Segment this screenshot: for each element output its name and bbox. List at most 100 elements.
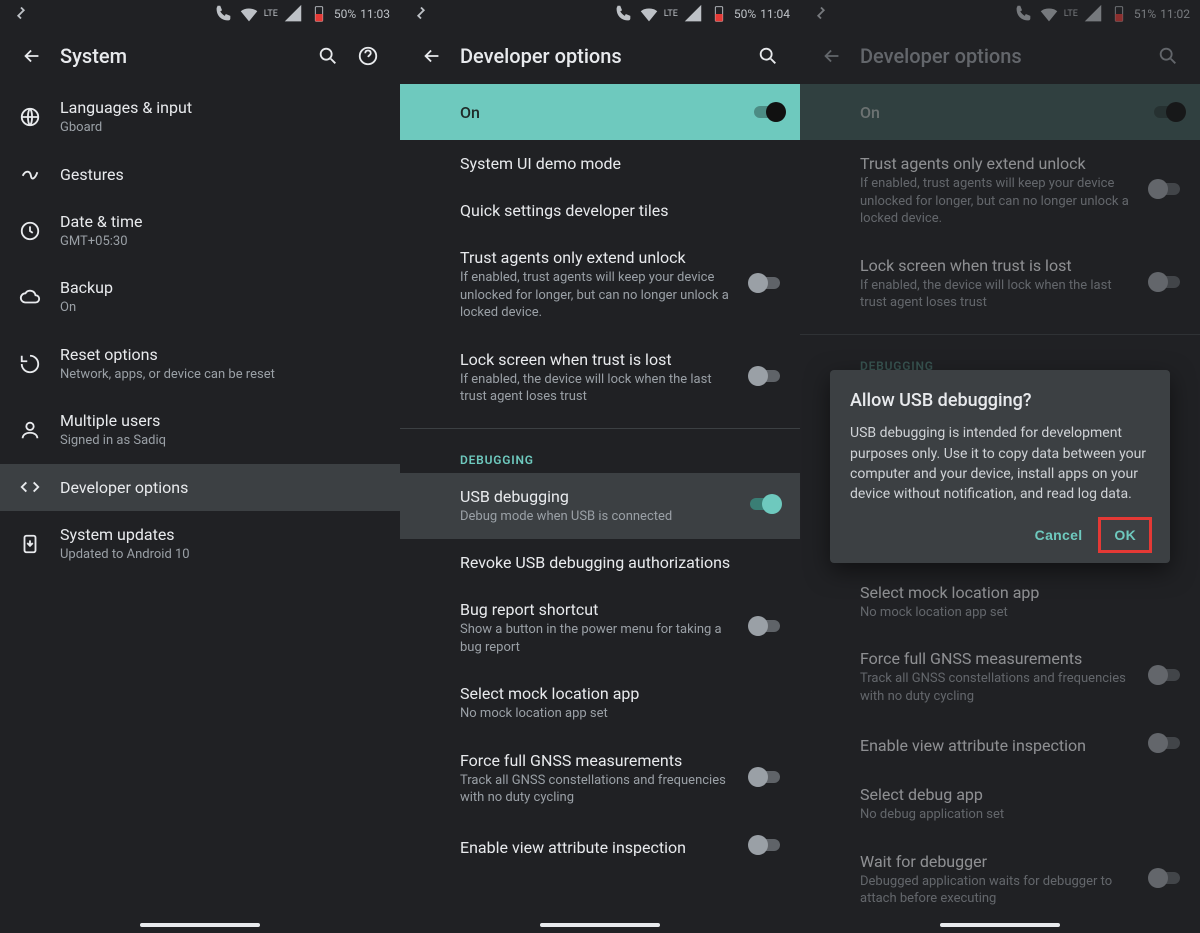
battery-pct: 50% (334, 7, 356, 21)
network-label: LTE (264, 9, 278, 19)
quick-tiles[interactable]: Quick settings developer tiles (400, 187, 800, 234)
battery-pct: 50% (734, 7, 756, 21)
mock-location[interactable]: Select mock location app No mock location… (400, 670, 800, 737)
battery-icon (308, 3, 330, 25)
sys-ui-demo[interactable]: System UI demo mode (400, 140, 800, 187)
network-label: LTE (664, 9, 678, 19)
row-sub: No mock location app set (460, 705, 782, 723)
row-sub: Track all GNSS constellations and freque… (460, 772, 736, 807)
clock: 11:03 (360, 7, 390, 21)
setting-developer-options[interactable]: Developer options (0, 464, 400, 511)
divider (400, 428, 800, 429)
dialog-backdrop[interactable]: Allow USB debugging? USB debugging is in… (800, 0, 1200, 933)
row-title: Backup (60, 278, 382, 297)
toggle-switch-icon[interactable] (748, 273, 782, 293)
setting-gestures[interactable]: Gestures (0, 151, 400, 198)
nav-handle[interactable] (540, 923, 660, 927)
row-title: Force full GNSS measurements (460, 751, 736, 770)
code-icon (14, 471, 46, 503)
page-title: System (60, 44, 308, 68)
row-sub: Gboard (60, 119, 382, 137)
phone-icon (612, 3, 634, 25)
row-title: Gestures (60, 165, 382, 184)
page-title: Developer options (460, 44, 748, 68)
master-toggle[interactable]: On (400, 84, 800, 140)
row-title: Trust agents only extend unlock (460, 248, 736, 267)
help-icon[interactable] (348, 36, 388, 76)
update-icon (14, 528, 46, 560)
row-title: Select mock location app (460, 684, 782, 703)
toggle-label: On (460, 103, 480, 122)
setting-languages[interactable]: Languages & input Gboard (0, 84, 400, 151)
back-icon[interactable] (412, 36, 452, 76)
dialog-body: USB debugging is intended for developmen… (850, 423, 1150, 504)
toggle-switch-icon[interactable] (748, 616, 782, 636)
cancel-button[interactable]: Cancel (1021, 519, 1097, 551)
setting-reset[interactable]: Reset options Network, apps, or device ca… (0, 331, 400, 398)
clock: 11:04 (760, 7, 790, 21)
cloud-icon (14, 281, 46, 313)
ok-button[interactable]: OK (1100, 519, 1150, 551)
usb-debugging-dialog: Allow USB debugging? USB debugging is in… (830, 370, 1170, 562)
row-title: System UI demo mode (460, 154, 782, 173)
row-title: Quick settings developer tiles (460, 201, 782, 220)
row-title: Multiple users (60, 411, 382, 430)
search-icon[interactable] (308, 36, 348, 76)
lock-when-trust-lost[interactable]: Lock screen when trust is lost If enabled… (400, 336, 800, 420)
toggle-switch-icon[interactable] (748, 835, 782, 855)
gestures-icon (14, 158, 46, 190)
row-sub: If enabled, trust agents will keep your … (460, 269, 736, 322)
row-sub: Show a button in the power menu for taki… (460, 621, 736, 656)
view-attr-inspection[interactable]: Enable view attribute inspection (400, 821, 800, 873)
row-title: USB debugging (460, 487, 736, 506)
row-title: Enable view attribute inspection (460, 838, 736, 857)
sync-icon (410, 2, 432, 27)
usb-debugging[interactable]: USB debugging Debug mode when USB is conn… (400, 473, 800, 540)
toggle-switch-icon (752, 102, 786, 122)
setting-backup[interactable]: Backup On (0, 264, 400, 331)
globe-icon (14, 101, 46, 133)
toggle-switch-icon[interactable] (748, 494, 782, 514)
clock-icon (14, 215, 46, 247)
wifi-icon (238, 3, 260, 25)
nav-handle[interactable] (940, 923, 1060, 927)
setting-system-updates[interactable]: System updates Updated to Android 10 (0, 511, 400, 578)
back-icon[interactable] (12, 36, 52, 76)
row-sub: Debug mode when USB is connected (460, 508, 736, 526)
row-sub: GMT+05:30 (60, 233, 382, 251)
row-title: System updates (60, 525, 382, 544)
row-sub: Updated to Android 10 (60, 546, 382, 564)
row-title: Date & time (60, 212, 382, 231)
setting-multiuser[interactable]: Multiple users Signed in as Sadiq (0, 397, 400, 464)
battery-icon (708, 3, 730, 25)
row-title: Languages & input (60, 98, 382, 117)
dialog-title: Allow USB debugging? (850, 390, 1150, 411)
signal-icon (282, 3, 304, 25)
toggle-switch-icon[interactable] (748, 767, 782, 787)
trust-agents[interactable]: Trust agents only extend unlock If enable… (400, 234, 800, 336)
phone-icon (212, 3, 234, 25)
row-title: Lock screen when trust is lost (460, 350, 736, 369)
gnss-measurements[interactable]: Force full GNSS measurements Track all GN… (400, 737, 800, 821)
sync-icon (10, 2, 32, 27)
row-sub: Network, apps, or device can be reset (60, 366, 382, 384)
user-icon (14, 414, 46, 446)
row-title: Developer options (60, 478, 382, 497)
setting-datetime[interactable]: Date & time GMT+05:30 (0, 198, 400, 265)
row-title: Reset options (60, 345, 382, 364)
row-sub: On (60, 299, 382, 317)
reset-icon (14, 348, 46, 380)
bug-report-shortcut[interactable]: Bug report shortcut Show a button in the … (400, 586, 800, 670)
status-bar: LTE 50% 11:03 (0, 0, 400, 28)
row-sub: Signed in as Sadiq (60, 432, 382, 450)
signal-icon (682, 3, 704, 25)
row-title: Revoke USB debugging authorizations (460, 553, 782, 572)
revoke-auth[interactable]: Revoke USB debugging authorizations (400, 539, 800, 586)
section-debugging: DEBUGGING (400, 437, 800, 473)
search-icon[interactable] (748, 36, 788, 76)
row-sub: If enabled, the device will lock when th… (460, 371, 736, 406)
row-title: Bug report shortcut (460, 600, 736, 619)
toggle-switch-icon[interactable] (748, 366, 782, 386)
nav-handle[interactable] (140, 923, 260, 927)
status-bar: LTE 50% 11:04 (400, 0, 800, 28)
